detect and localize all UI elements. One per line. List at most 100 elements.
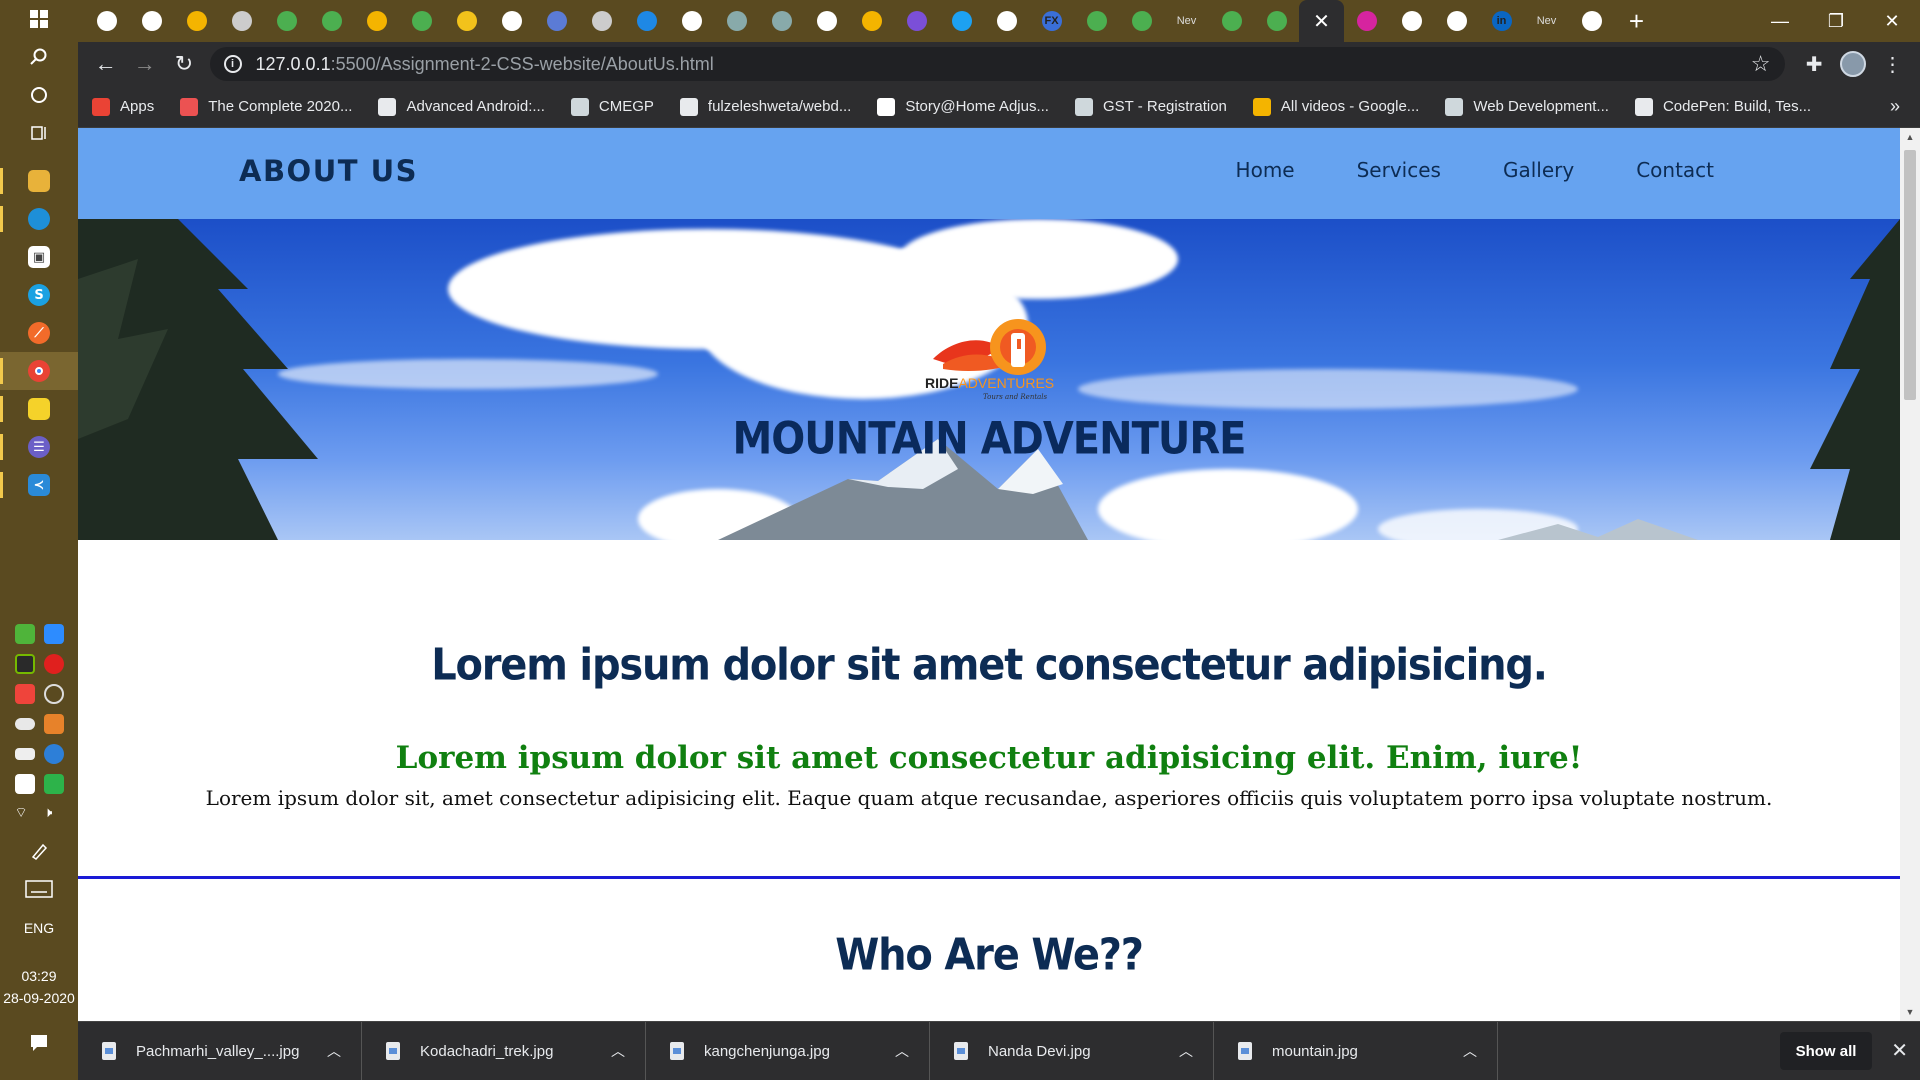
browser-tab[interactable] — [534, 0, 579, 42]
nav-gallery-link[interactable]: Gallery — [1503, 158, 1574, 182]
download-item[interactable]: Kodachadri_trek.jpg ︿ — [362, 1021, 646, 1080]
chrome-icon[interactable] — [0, 352, 78, 390]
browser-tab[interactable] — [1389, 0, 1434, 42]
clock-date[interactable]: 28-09-2020 — [0, 990, 78, 1006]
browser-tab[interactable] — [354, 0, 399, 42]
browser-tab[interactable] — [1209, 0, 1254, 42]
pen-icon[interactable] — [0, 832, 78, 870]
bookmark-item[interactable]: Advanced Android:... — [378, 97, 545, 116]
download-item[interactable]: kangchenjunga.jpg ︿ — [646, 1021, 930, 1080]
close-window-icon[interactable]: ✕ — [1864, 0, 1920, 42]
browser-tab[interactable] — [1074, 0, 1119, 42]
search-icon[interactable] — [0, 38, 78, 76]
browser-tab[interactable]: Nev — [1524, 0, 1569, 42]
scroll-down-arrow-icon[interactable]: ▼ — [1900, 1003, 1920, 1021]
scroll-up-arrow-icon[interactable]: ▲ — [1900, 128, 1920, 146]
page-scrollbar[interactable]: ▲ ▼ — [1900, 128, 1920, 1021]
browser-tab[interactable] — [579, 0, 624, 42]
menu-kebab-icon[interactable]: ⋮ — [1873, 46, 1912, 82]
tray-q-icon[interactable] — [43, 774, 64, 794]
extensions-icon[interactable]: ✚ — [1795, 46, 1834, 82]
vscode-icon[interactable]: ≺ — [0, 466, 78, 504]
browser-tab[interactable] — [444, 0, 489, 42]
bookmark-item[interactable]: The Complete 2020... — [180, 97, 352, 116]
browser-tab[interactable] — [939, 0, 984, 42]
bookmark-star-icon[interactable]: ☆ — [1751, 51, 1771, 77]
browser-tab[interactable] — [264, 0, 309, 42]
browser-tab[interactable] — [489, 0, 534, 42]
minimize-icon[interactable]: — — [1752, 0, 1808, 42]
wifi-icon[interactable]: ⌔ — [15, 804, 35, 824]
edge-icon[interactable] — [0, 200, 78, 238]
tray-opera-icon[interactable] — [43, 654, 64, 674]
tray-wechat-icon[interactable] — [14, 624, 35, 644]
tray-battery-icon[interactable] — [14, 748, 35, 760]
browser-tab[interactable] — [399, 0, 444, 42]
skype-icon[interactable]: S — [0, 276, 78, 314]
reload-icon[interactable]: ↻ — [164, 46, 203, 82]
nav-services-link[interactable]: Services — [1357, 158, 1441, 182]
keyboard-icon[interactable] — [0, 870, 78, 908]
bookmark-item[interactable]: CMEGP — [570, 97, 654, 116]
mute-icon[interactable]: 🕨 — [44, 804, 64, 824]
site-info-icon[interactable]: i — [223, 55, 242, 73]
store-icon[interactable]: ▣ — [0, 238, 78, 276]
chevron-up-icon[interactable]: ︿ — [1463, 1041, 1477, 1061]
scroll-thumb[interactable] — [1904, 150, 1916, 400]
tray-link-icon[interactable] — [43, 684, 64, 704]
new-tab-plus-icon[interactable]: + — [1614, 0, 1659, 42]
chevron-up-icon[interactable]: ︿ — [327, 1041, 341, 1061]
bookmark-item[interactable]: GST - Registration — [1074, 97, 1227, 116]
nav-home-link[interactable]: Home — [1236, 158, 1295, 182]
task-view-icon[interactable] — [0, 114, 78, 152]
active-tab[interactable]: ✕ — [1299, 0, 1344, 42]
forward-arrow-icon[interactable]: → — [125, 46, 164, 82]
browser-tab[interactable] — [1119, 0, 1164, 42]
bookmark-item[interactable]: CodePen: Build, Tes... — [1634, 97, 1811, 116]
close-tab-icon[interactable]: ✕ — [1313, 9, 1330, 34]
browser-tab[interactable] — [1434, 0, 1479, 42]
bookmark-item[interactable]: Story@Home Adjus... — [877, 97, 1049, 116]
language-indicator[interactable]: ENG — [0, 920, 78, 936]
file-explorer-icon[interactable] — [0, 162, 78, 200]
app-orange-icon[interactable]: ⟋ — [0, 314, 78, 352]
browser-tab[interactable] — [714, 0, 759, 42]
bookmark-item[interactable]: Apps — [92, 97, 154, 116]
bookmark-item[interactable]: fulzeleshweta/webd... — [679, 97, 851, 116]
profile-avatar[interactable] — [1834, 46, 1873, 82]
tray-anydesk-icon[interactable] — [14, 684, 35, 704]
chevron-up-icon[interactable]: ︿ — [611, 1041, 625, 1061]
back-arrow-icon[interactable]: ← — [86, 46, 125, 82]
tray-nvidia-icon[interactable] — [14, 654, 35, 674]
close-download-shelf-icon[interactable]: ✕ — [1891, 1038, 1908, 1063]
browser-tab[interactable] — [219, 0, 264, 42]
browser-tab[interactable] — [1344, 0, 1389, 42]
tray-zoom-icon[interactable] — [43, 624, 64, 644]
bookmark-item[interactable]: Web Development... — [1445, 97, 1609, 116]
tray-shield-icon[interactable] — [14, 774, 35, 794]
browser-tab[interactable]: FX — [1029, 0, 1074, 42]
tray-java-icon[interactable] — [43, 714, 64, 734]
tray-bluetooth-icon[interactable] — [43, 744, 64, 764]
browser-tab[interactable] — [309, 0, 354, 42]
browser-tab[interactable]: Nev — [1164, 0, 1209, 42]
app-purple-icon[interactable]: ☰ — [0, 428, 78, 466]
restore-icon[interactable]: ❐ — [1808, 0, 1864, 42]
bookmark-item[interactable]: All videos - Google... — [1252, 97, 1419, 116]
windows-start-icon[interactable] — [0, 0, 78, 38]
browser-tab[interactable] — [129, 0, 174, 42]
chevron-up-icon[interactable]: ︿ — [895, 1041, 909, 1061]
download-item[interactable]: Nanda Devi.jpg ︿ — [930, 1021, 1214, 1080]
browser-tab[interactable]: in — [1479, 0, 1524, 42]
tray-cloud-icon[interactable] — [14, 718, 35, 730]
show-all-downloads-button[interactable]: Show all — [1780, 1032, 1872, 1070]
browser-tab[interactable] — [849, 0, 894, 42]
clock-time[interactable]: 03:29 — [0, 968, 78, 984]
sticky-notes-icon[interactable] — [0, 390, 78, 428]
browser-tab[interactable] — [984, 0, 1029, 42]
cortana-icon[interactable] — [0, 76, 78, 114]
address-bar[interactable]: i 127.0.0.1:5500/Assignment-2-CSS-websit… — [209, 47, 1785, 81]
nav-contact-link[interactable]: Contact — [1636, 158, 1714, 182]
notifications-icon[interactable] — [0, 1024, 78, 1062]
browser-tab[interactable] — [894, 0, 939, 42]
